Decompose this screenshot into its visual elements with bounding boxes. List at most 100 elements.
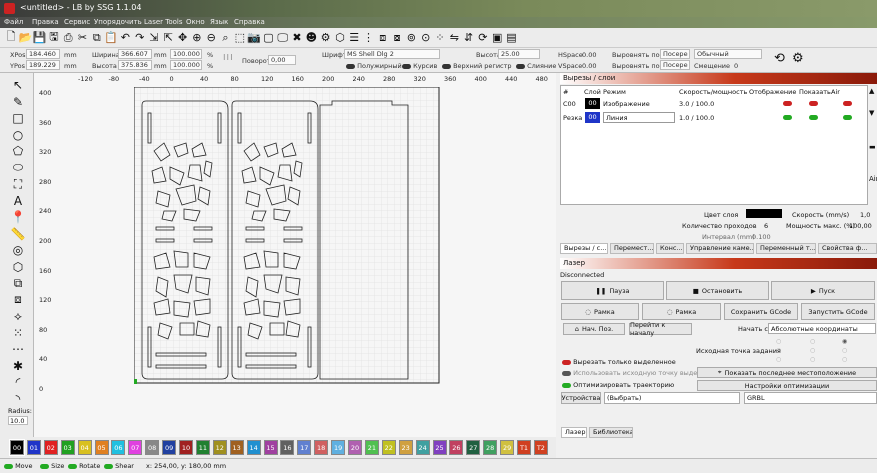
start-from-select[interactable]: Абсолютные координаты — [768, 323, 876, 334]
tab-cuts[interactable]: Вырезы / с... — [560, 243, 608, 254]
origin-radio-br[interactable]: ○ — [842, 356, 847, 363]
scale-height-field[interactable]: 100.000 — [170, 60, 202, 70]
cuts-row[interactable]: Резка 00 Линия 1.0 / 100.0 — [561, 112, 867, 124]
color-swatch-04[interactable]: 04 — [77, 440, 92, 455]
weld-icon[interactable]: ⬡ — [10, 259, 26, 275]
cut-selected-toggle[interactable]: Вырезать только выделенное — [562, 358, 676, 366]
color-swatch-09[interactable]: 09 — [162, 440, 177, 455]
display-toggle[interactable] — [783, 115, 792, 120]
color-swatch-18[interactable]: 18 — [314, 440, 329, 455]
font-select[interactable]: MS Shell Dlg 2 — [344, 49, 440, 59]
paste-icon[interactable]: 📋 — [104, 30, 118, 45]
xpos-field[interactable]: 184.460 — [26, 49, 60, 59]
color-swatch-25[interactable]: 25 — [432, 440, 447, 455]
dock-icon[interactable]: ▣ — [490, 30, 504, 45]
ruler-icon[interactable]: 📏 — [10, 226, 26, 242]
row-mode-select[interactable]: Линия — [603, 112, 675, 123]
move-down-icon[interactable]: ▼ — [869, 109, 874, 117]
offset-field[interactable]: 0 — [734, 62, 738, 70]
color-swatch-27[interactable]: 27 — [466, 440, 481, 455]
rotate-array-icon[interactable]: ✱ — [10, 358, 26, 374]
origin-radio-ml[interactable]: ○ — [776, 347, 781, 354]
menu-arrange[interactable]: Упорядочить — [94, 18, 142, 26]
menu-edit[interactable]: Правка — [32, 18, 59, 26]
group-icon[interactable]: ⧈ — [376, 30, 390, 45]
cuts-row[interactable]: C00 00 Изображение 3.0 / 100.0 — [561, 98, 867, 110]
controller-select[interactable]: GRBL — [744, 392, 877, 404]
uppercase-toggle[interactable]: Верхний регистр — [442, 62, 512, 70]
origin-radio-mc[interactable]: ○ — [810, 347, 815, 354]
save-as-icon[interactable]: 🖫 — [47, 30, 61, 45]
color-swatch-10[interactable]: 10 — [179, 440, 193, 455]
text-shape-icon[interactable]: ⬭ — [10, 160, 26, 176]
color-swatch-05[interactable]: 05 — [94, 440, 109, 455]
go-origin-button[interactable]: Перейти к началу — [629, 321, 692, 337]
color-swatch-11[interactable]: 11 — [195, 440, 210, 455]
zoom-out-icon[interactable]: ⊖ — [204, 30, 218, 45]
open-folder-icon[interactable]: 📂 — [18, 30, 32, 45]
anchor-grid-icon[interactable]: ⁝⁝⁝ — [223, 53, 234, 62]
zoom-fit-icon[interactable]: ⌕ — [219, 30, 233, 45]
node-icon[interactable]: ⟡ — [10, 308, 26, 324]
tab-camera[interactable]: Управление каме... — [686, 243, 754, 254]
menu-file[interactable]: Файл — [4, 18, 23, 26]
laser-window-icon[interactable]: ⟲ — [774, 51, 785, 66]
ypos-field[interactable]: 189.229 — [26, 60, 60, 70]
center-icon[interactable]: ⊙ — [419, 30, 433, 45]
copy-along-icon[interactable]: ⋯ — [10, 341, 26, 357]
tab-console[interactable]: Конс... — [656, 243, 684, 254]
frame-select-icon[interactable]: ⛶ — [10, 176, 26, 192]
scale-width-field[interactable]: 100.000 — [170, 49, 202, 59]
layer-color-swatch[interactable] — [746, 209, 782, 218]
align-y-select[interactable]: Посере — [660, 60, 690, 70]
pause-button[interactable]: ❚❚ Пауза — [561, 281, 664, 300]
origin-radio-tl[interactable]: ○ — [776, 338, 781, 345]
dots-icon[interactable]: ⁘ — [433, 30, 447, 45]
origin-radio-tr[interactable]: ◉ — [842, 338, 847, 345]
air-toggle[interactable] — [843, 115, 852, 120]
grid-array-icon[interactable]: ⁙ — [10, 325, 26, 341]
color-swatch-13[interactable]: 13 — [229, 440, 244, 455]
show-toggle[interactable] — [809, 101, 818, 106]
color-swatch-12[interactable]: 12 — [212, 440, 227, 455]
fillet-icon[interactable]: ◝ — [10, 391, 26, 407]
align-icon[interactable]: ☰ — [347, 30, 361, 45]
frame-icon[interactable]: ▢ — [261, 30, 275, 45]
circle-icon[interactable]: ○ — [10, 127, 26, 143]
polygon-icon[interactable]: ⬠ — [10, 143, 26, 159]
copy-array-icon[interactable]: ⧉ — [10, 275, 26, 291]
color-swatch-22[interactable]: 22 — [381, 440, 396, 455]
tab-laser[interactable]: Лазер — [561, 427, 587, 438]
color-swatch-07[interactable]: 07 — [128, 440, 143, 455]
rect-icon[interactable]: □ — [10, 110, 26, 126]
move-toggle[interactable]: Move — [4, 462, 33, 470]
origin-grid[interactable]: ○ ○ ◉ ○ ○ ○ ○ ○ ○ — [770, 337, 860, 365]
color-swatch-20[interactable]: 20 — [348, 440, 362, 455]
monitor-icon[interactable]: 🖵 — [276, 30, 290, 45]
color-swatch-17[interactable]: 17 — [297, 440, 312, 455]
save-gcode-button[interactable]: Сохранить GCode — [724, 303, 798, 320]
text-height-field[interactable]: 25.00 — [498, 49, 540, 59]
color-swatch-15[interactable]: 15 — [263, 440, 278, 455]
start-button[interactable]: ▶ Пуск — [771, 281, 875, 300]
cut-icon[interactable]: ✂ — [76, 30, 90, 45]
color-swatch-14[interactable]: 14 — [246, 440, 261, 455]
menu-help[interactable]: Справка — [234, 18, 265, 26]
cursor-icon[interactable]: ↖ — [10, 77, 26, 93]
import-icon[interactable]: ⇲ — [147, 30, 161, 45]
settings-icon[interactable]: ⚙ — [319, 30, 333, 45]
tab-move[interactable]: Перемест... — [610, 243, 654, 254]
color-swatch-02[interactable]: 02 — [43, 440, 58, 455]
row-mode[interactable]: Изображение — [603, 100, 650, 108]
undo-icon[interactable]: ↶ — [118, 30, 132, 45]
menu-laser-tools[interactable]: Laser Tools — [144, 18, 183, 26]
device-icon[interactable]: ⚙ — [792, 51, 804, 66]
color-swatch-08[interactable]: 08 — [145, 440, 160, 455]
merge-toggle[interactable]: Слияние — [516, 62, 556, 70]
pencil-icon[interactable]: ✎ — [10, 94, 26, 110]
distribute-icon[interactable]: ⋮ — [362, 30, 376, 45]
vspace-field[interactable]: 0.00 — [582, 62, 596, 70]
rotate-icon[interactable]: ⟳ — [476, 30, 490, 45]
new-file-icon[interactable]: 🗋 — [4, 30, 18, 45]
color-swatch-19[interactable]: 19 — [331, 440, 346, 455]
